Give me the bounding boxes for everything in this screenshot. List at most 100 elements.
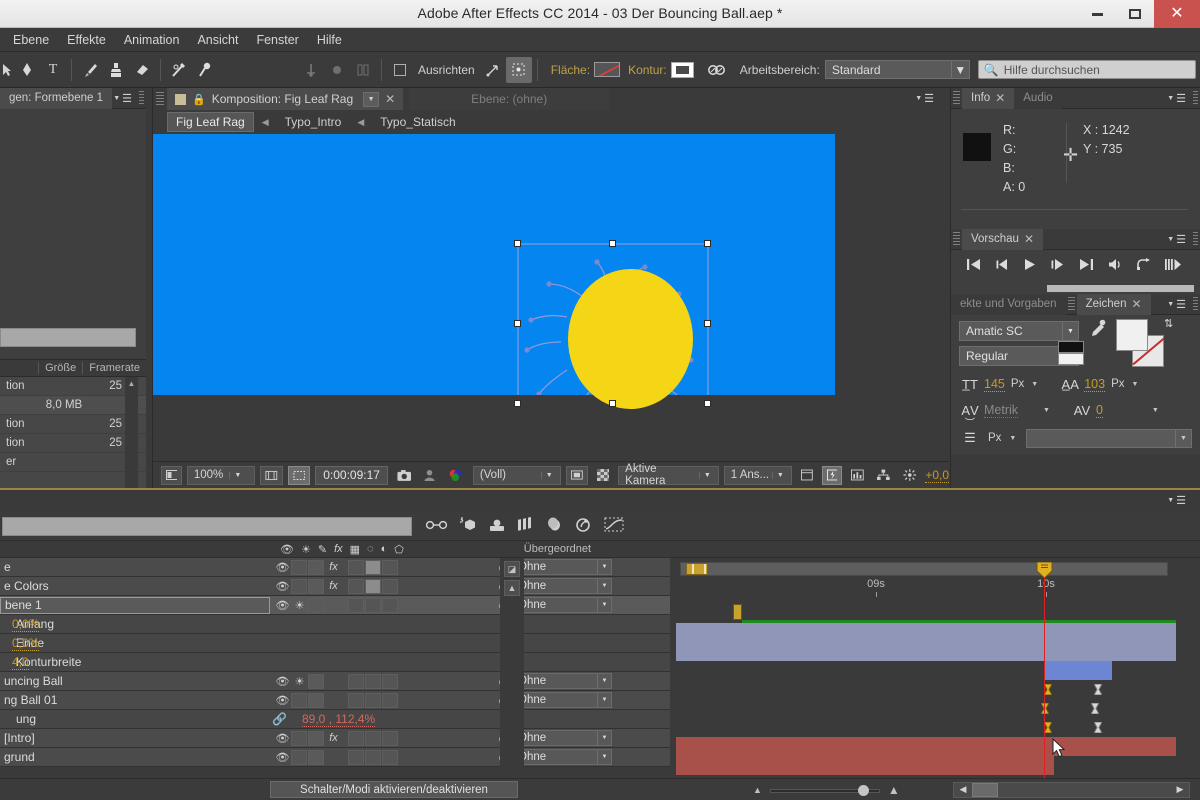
type-tool-icon[interactable]: T	[40, 57, 66, 83]
table-row[interactable]: bene 1 👁 ☀ ◎ Ohne ▼	[0, 596, 670, 615]
track-row[interactable]	[676, 680, 1176, 699]
close-button[interactable]: ✕	[1154, 0, 1200, 28]
eraser-tool-icon[interactable]	[129, 57, 155, 83]
effects-icon[interactable]: fx	[325, 580, 342, 592]
menu-animation[interactable]: Animation	[115, 30, 189, 50]
tab-vorschau[interactable]: Vorschau ✕	[962, 228, 1044, 250]
tab-audio[interactable]: Audio	[1014, 87, 1062, 109]
tracking-value[interactable]: 0	[1095, 403, 1103, 418]
track-row[interactable]	[676, 699, 1176, 718]
brush-tool-icon[interactable]	[77, 57, 103, 83]
video-toggle-icon[interactable]: 👁	[274, 675, 291, 688]
scroll-up-icon[interactable]: ▲	[125, 377, 138, 390]
zoom-out-icon[interactable]: ▲	[753, 785, 762, 795]
selection-handle[interactable]	[514, 320, 521, 327]
menu-ebene[interactable]: Ebene	[4, 30, 58, 50]
solo-switch[interactable]	[291, 578, 307, 594]
effects-switch[interactable]	[348, 692, 364, 708]
audio-icon[interactable]	[1108, 258, 1123, 274]
property-name[interactable]: Anfang	[0, 617, 270, 631]
pen-tool-icon[interactable]	[14, 57, 40, 83]
menu-ansicht[interactable]: Ansicht	[188, 30, 247, 50]
frame-blend-switch[interactable]	[365, 597, 381, 613]
panel-menu-icon[interactable]: ▼ ☰	[1167, 494, 1186, 507]
panel-menu-icon[interactable]: ▼ ☰	[1167, 233, 1186, 246]
column-header-framerate[interactable]: Framerate	[82, 362, 146, 374]
layer-name[interactable]: e Colors	[0, 579, 270, 593]
menu-effekte[interactable]: Effekte	[58, 30, 115, 50]
minimize-button[interactable]	[1078, 0, 1116, 28]
white-swatch[interactable]	[1058, 353, 1084, 365]
show-snapshot-icon[interactable]	[420, 466, 439, 485]
tab-effekte-vorgaben[interactable]: ekte und Vorgaben	[951, 293, 1066, 315]
frame-blend-switch[interactable]	[348, 578, 364, 594]
time-ruler[interactable]: 09s 10s	[676, 558, 1176, 604]
help-search-input[interactable]: 🔍 Hilfe durchsuchen	[977, 60, 1196, 79]
lock-switch[interactable]	[308, 559, 324, 575]
loop-icon[interactable]	[1136, 258, 1151, 274]
table-row[interactable]: ng Ball 01 👁 ◎ Ohne ▼	[0, 691, 670, 710]
frame-blend-switch[interactable]	[365, 749, 381, 765]
panel-menu-icon[interactable]: ▼ ☰	[915, 92, 934, 105]
current-timecode[interactable]: 0:00:09:17	[315, 465, 388, 485]
layer-bar[interactable]	[676, 623, 1176, 642]
region-interest-toggle-icon[interactable]	[565, 465, 588, 485]
chevron-down-icon[interactable]: ▼	[1043, 407, 1050, 414]
track-row[interactable]	[676, 661, 1176, 680]
chevron-down-icon[interactable]: ▼	[1152, 407, 1159, 414]
tab-komposition[interactable]: 🔒 Komposition: Fig Leaf Rag ▼ ✕	[167, 88, 404, 110]
effects-switch[interactable]	[348, 597, 364, 613]
fill-color-swatch[interactable]	[1116, 319, 1148, 351]
lock-switch[interactable]	[308, 749, 324, 765]
table-row[interactable]: uncing Ball 👁 ☀ ◎ Ohne ▼	[0, 672, 670, 691]
lock-switch[interactable]	[308, 730, 324, 746]
layer-name[interactable]: e	[0, 560, 270, 574]
lock-icon[interactable]: 🔒	[192, 93, 206, 106]
parent-select[interactable]: Ohne ▼	[512, 730, 612, 746]
ram-preview-icon[interactable]	[1165, 258, 1182, 274]
selection-handle[interactable]	[704, 240, 711, 247]
bouncing-ball-shape[interactable]	[568, 269, 693, 409]
hide-shy-layers-icon[interactable]	[488, 518, 506, 535]
chevron-down-icon[interactable]: ▼	[1031, 381, 1038, 388]
lock-switch[interactable]	[308, 692, 324, 708]
resolution-select[interactable]: (Voll) ▼	[472, 465, 561, 485]
eyedropper-icon[interactable]	[1091, 319, 1106, 341]
tab-ebene[interactable]: Ebene: (ohne)	[409, 88, 610, 110]
three-d-switch[interactable]	[382, 692, 398, 708]
leading-value[interactable]: 103	[1084, 377, 1106, 392]
menu-fenster[interactable]: Fenster	[247, 30, 307, 50]
roto-brush-tool-icon[interactable]	[166, 57, 192, 83]
last-frame-icon[interactable]	[1079, 258, 1094, 274]
zoom-select[interactable]: 100% ▼	[186, 465, 255, 485]
video-toggle-icon[interactable]: 👁	[274, 694, 291, 707]
property-value[interactable]: 4,0	[12, 655, 29, 670]
scroll-thumb[interactable]	[972, 782, 998, 797]
workspace-select[interactable]: Standard ▼	[824, 60, 970, 79]
scroll-up-icon[interactable]: ▲	[504, 580, 520, 596]
lock-switch[interactable]	[308, 673, 324, 689]
link-icon[interactable]: 🔗	[272, 712, 287, 726]
property-value[interactable]: 89,0 , 112,4%	[302, 712, 376, 727]
three-d-switch[interactable]	[382, 597, 398, 613]
property-name[interactable]: ung	[0, 712, 270, 726]
timeline-toggle-icon[interactable]	[847, 466, 868, 485]
panel-menu-icon[interactable]: ▼ ☰	[113, 92, 132, 105]
lock-switch[interactable]	[308, 578, 324, 594]
chevron-down-icon[interactable]: ▼	[363, 91, 380, 107]
table-row[interactable]: e Colors 👁 fx ◎ Ohne ▼	[0, 577, 670, 596]
selection-handle[interactable]	[704, 320, 711, 327]
stroke-style-select[interactable]: ▼	[1026, 428, 1192, 448]
next-frame-icon[interactable]	[1050, 258, 1065, 274]
frame-blend-switch[interactable]	[365, 692, 381, 708]
camera-select[interactable]: Aktive Kamera ▼	[618, 463, 719, 487]
black-swatch[interactable]	[1058, 341, 1084, 353]
keyframe-active[interactable]	[1041, 703, 1049, 714]
table-row[interactable]: Anfang 0,0%	[0, 615, 670, 634]
panel-menu-icon[interactable]: ▼ ☰	[1167, 298, 1186, 311]
motion-blur-switch[interactable]	[365, 559, 381, 575]
keyframe-active[interactable]	[1044, 684, 1052, 695]
close-icon[interactable]: ✕	[995, 91, 1005, 105]
motion-blur-switch[interactable]	[365, 578, 381, 594]
reset-exposure-icon[interactable]	[899, 466, 921, 485]
